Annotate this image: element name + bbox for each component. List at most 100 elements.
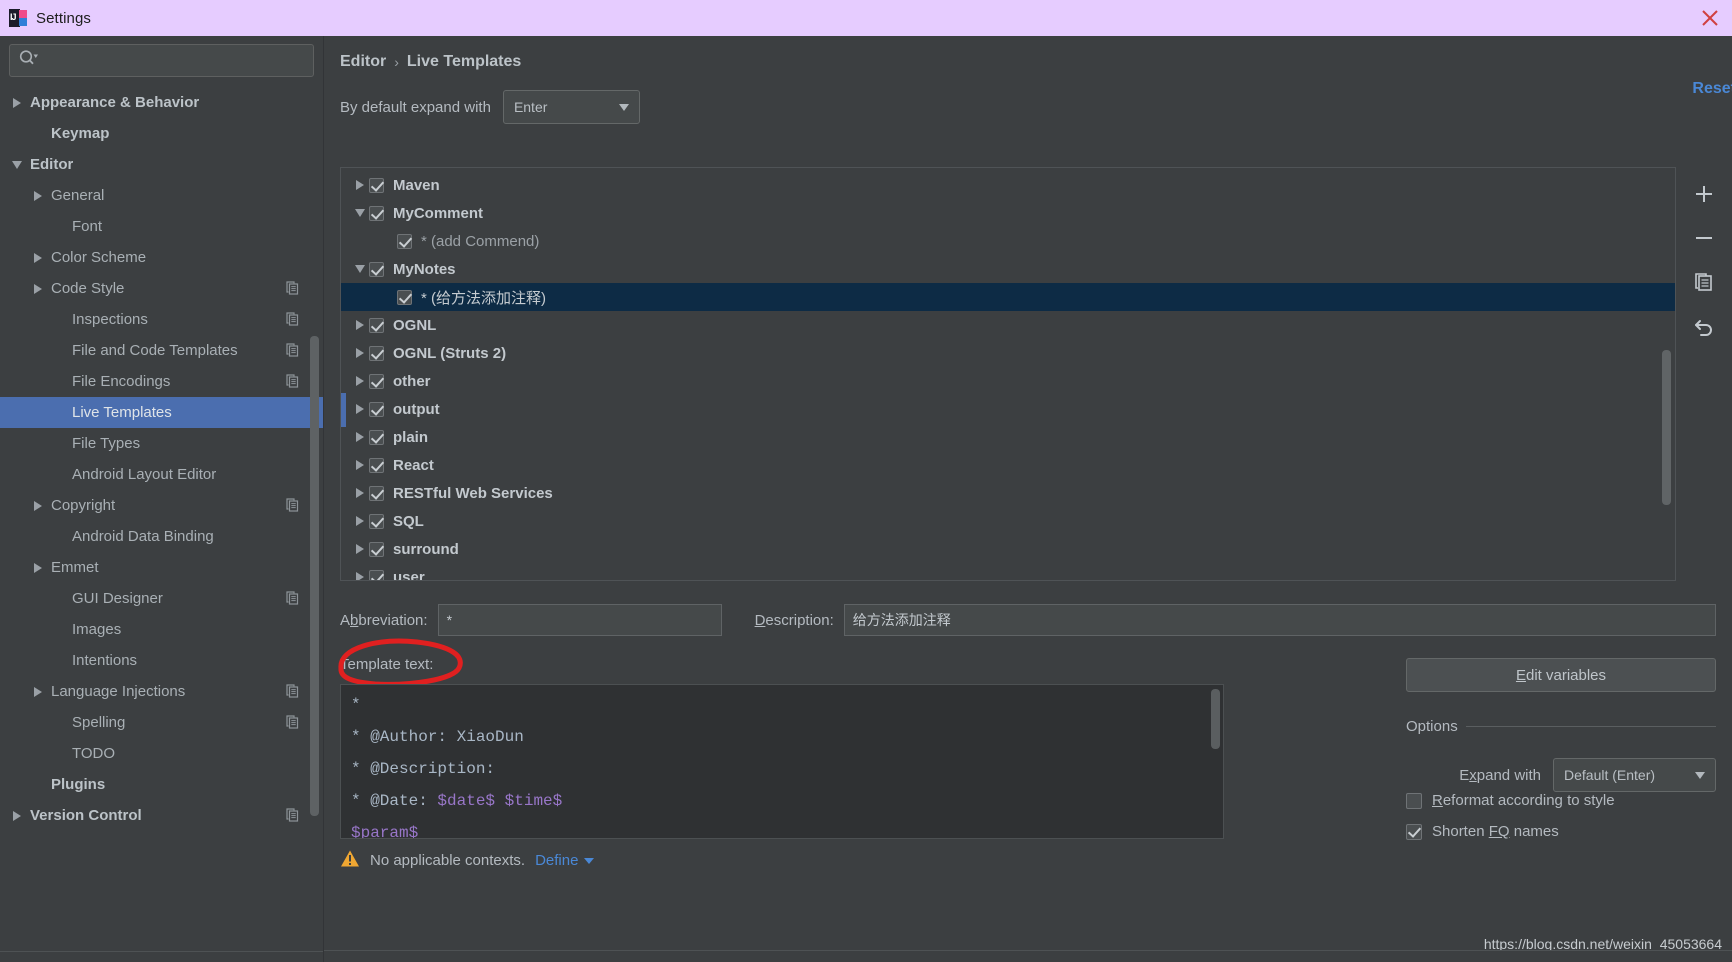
chevron-right-icon[interactable] [341,320,369,330]
sidebar-item-code-style[interactable]: Code Style [0,273,323,304]
template-enabled-checkbox[interactable] [369,401,384,417]
sidebar-item-file-and-code-templates[interactable]: File and Code Templates [0,335,323,366]
template-row[interactable]: OGNL [341,311,1675,339]
edit-variables-button[interactable]: Edit variables [1406,658,1716,692]
sidebar-item-plugins[interactable]: Plugins [0,769,323,800]
sidebar-item-font[interactable]: Font [0,211,323,242]
option-reformat-row[interactable]: Reformat according to style [1406,792,1716,809]
sidebar-item-android-layout-editor[interactable]: Android Layout Editor [0,459,323,490]
sidebar-item-version-control[interactable]: Version Control [0,800,323,831]
sidebar-item-gui-designer[interactable]: GUI Designer [0,583,323,614]
template-enabled-checkbox[interactable] [369,457,384,473]
sidebar-item-intentions[interactable]: Intentions [0,645,323,676]
add-template-button[interactable] [1687,177,1721,211]
template-enabled-checkbox[interactable] [369,177,384,193]
chevron-right-icon[interactable] [341,516,369,526]
chevron-right-icon[interactable] [341,376,369,386]
sidebar-item-emmet[interactable]: Emmet [0,552,323,583]
sidebar-item-keymap[interactable]: Keymap [0,118,323,149]
breadcrumb-root[interactable]: Editor [340,53,386,71]
sidebar-item-general[interactable]: General [0,180,323,211]
chevron-right-icon[interactable] [25,190,51,201]
remove-template-button[interactable] [1687,221,1721,255]
sidebar-item-android-data-binding[interactable]: Android Data Binding [0,521,323,552]
template-row[interactable]: other [341,367,1675,395]
chevron-right-icon[interactable] [25,500,51,511]
sidebar-item-spelling[interactable]: Spelling [0,707,323,738]
chevron-right-icon[interactable] [341,488,369,498]
sidebar-item-copyright[interactable]: Copyright [0,490,323,521]
template-enabled-checkbox[interactable] [369,569,384,580]
template-enabled-checkbox[interactable] [369,429,384,445]
template-list-scrollbar[interactable] [1662,350,1671,505]
chevron-down-icon[interactable] [341,265,369,273]
chevron-right-icon[interactable] [341,404,369,414]
template-row[interactable]: RESTful Web Services [341,479,1675,507]
sidebar-scrollbar[interactable] [310,336,319,816]
template-row[interactable]: MyComment [341,199,1675,227]
template-row[interactable]: output [341,395,1675,423]
chevron-down-icon[interactable] [341,209,369,217]
template-row[interactable]: SQL [341,507,1675,535]
sidebar-item-inspections[interactable]: Inspections [0,304,323,335]
chevron-right-icon[interactable] [25,252,51,263]
chevron-right-icon[interactable] [341,572,369,580]
sidebar-item-file-types[interactable]: File Types [0,428,323,459]
chevron-down-icon[interactable] [4,160,30,169]
chevron-right-icon[interactable] [341,432,369,442]
chevron-right-icon[interactable] [341,348,369,358]
reformat-checkbox[interactable] [1406,792,1422,809]
chevron-right-icon[interactable] [4,810,30,821]
search-box[interactable] [9,44,314,77]
template-enabled-checkbox[interactable] [369,485,384,501]
chevron-right-icon[interactable] [25,686,51,697]
template-enabled-checkbox[interactable] [397,289,412,305]
template-enabled-checkbox[interactable] [369,541,384,557]
template-text-editor[interactable]: * * @Author: XiaoDun * @Description: * @… [340,684,1224,839]
option-shorten-row[interactable]: Shorten FQ names [1406,823,1716,840]
define-link[interactable]: Define [535,852,595,869]
close-icon[interactable] [1698,6,1722,30]
template-row[interactable]: React [341,451,1675,479]
sidebar-item-file-encodings[interactable]: File Encodings [0,366,323,397]
template-enabled-checkbox[interactable] [369,261,384,277]
template-row[interactable]: plain [341,423,1675,451]
chevron-right-icon[interactable] [25,562,51,573]
template-row[interactable]: * (给方法添加注释) [341,283,1675,311]
template-enabled-checkbox[interactable] [369,317,384,333]
sidebar-item-editor[interactable]: Editor [0,149,323,180]
template-row[interactable]: OGNL (Struts 2) [341,339,1675,367]
chevron-right-icon[interactable] [341,180,369,190]
restore-defaults-button[interactable] [1687,309,1721,343]
template-row[interactable]: surround [341,535,1675,563]
chevron-right-icon[interactable] [25,283,51,294]
sidebar-item-color-scheme[interactable]: Color Scheme [0,242,323,273]
template-row[interactable]: user [341,563,1675,580]
template-enabled-checkbox[interactable] [369,373,384,389]
sidebar-item-todo[interactable]: TODO [0,738,323,769]
chevron-right-icon[interactable] [4,97,30,108]
template-text-scrollbar[interactable] [1211,689,1220,749]
reset-link[interactable]: Reset [1692,80,1732,98]
search-input[interactable] [42,52,305,69]
template-row[interactable]: MyNotes [341,255,1675,283]
description-input[interactable]: 给方法添加注释 [843,604,1716,636]
template-row[interactable]: Maven [341,171,1675,199]
abbreviation-input[interactable]: * [437,604,722,636]
sidebar-item-appearance-behavior[interactable]: Appearance & Behavior [0,87,323,118]
duplicate-template-button[interactable] [1687,265,1721,299]
chevron-right-icon[interactable] [341,544,369,554]
template-enabled-checkbox[interactable] [397,233,412,249]
chevron-right-icon[interactable] [341,460,369,470]
sidebar-item-images[interactable]: Images [0,614,323,645]
template-row[interactable]: * (add Commend) [341,227,1675,255]
sidebar-item-live-templates[interactable]: Live Templates [0,397,323,428]
option-expand-with-select[interactable]: Default (Enter) [1553,758,1716,792]
shorten-fq-checkbox[interactable] [1406,823,1422,840]
sidebar-item-language-injections[interactable]: Language Injections [0,676,323,707]
default-expand-select[interactable]: Enter [502,90,640,124]
template-enabled-checkbox[interactable] [369,205,384,221]
template-enabled-checkbox[interactable] [369,513,384,529]
sidebar-item-label: Version Control [30,807,142,824]
template-enabled-checkbox[interactable] [369,345,384,361]
